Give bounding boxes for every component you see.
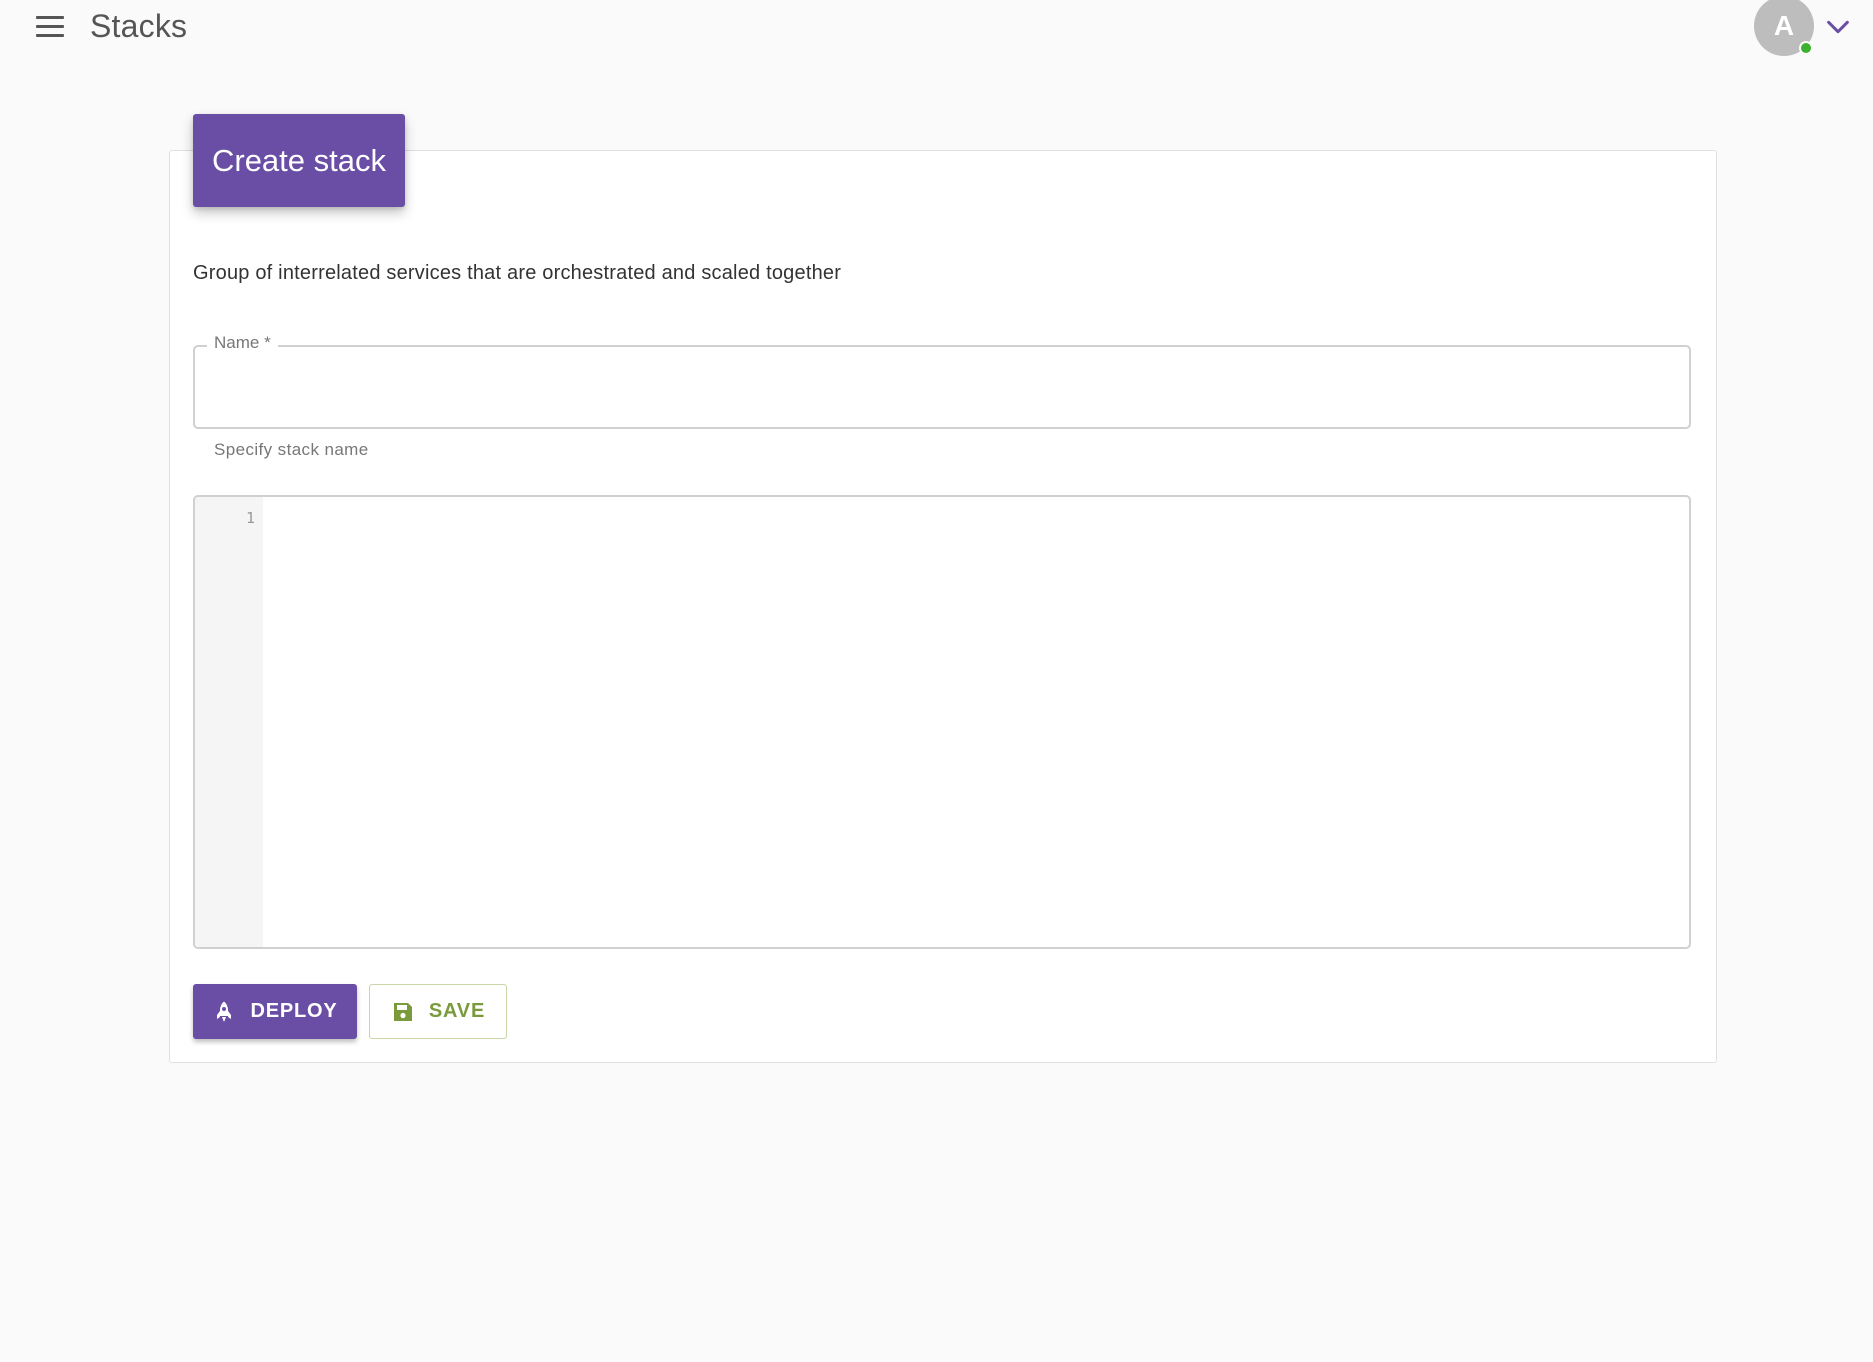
card-title: Create stack <box>193 114 405 207</box>
page-title: Stacks <box>90 8 188 44</box>
save-button[interactable]: SAVE <box>369 984 507 1039</box>
avatar-initial: A <box>1773 10 1795 41</box>
floppy-disk-icon <box>393 1002 412 1021</box>
menu-icon[interactable] <box>36 10 72 42</box>
name-field-helper: Specify stack name <box>214 440 369 459</box>
editor-gutter: 1 <box>195 497 263 947</box>
deploy-button[interactable]: DEPLOY <box>193 984 357 1039</box>
line-number: 1 <box>245 509 255 527</box>
stack-name-input[interactable] <box>205 360 1675 416</box>
top-bar: Stacks A <box>0 0 1873 56</box>
editor-content[interactable] <box>263 497 1689 947</box>
name-field-label: Name * <box>207 333 278 353</box>
card-description: Group of interrelated services that are … <box>193 262 842 284</box>
rocket-icon <box>217 1001 232 1022</box>
save-button-label: SAVE <box>428 1000 486 1022</box>
deploy-button-label: DEPLOY <box>250 1000 338 1022</box>
online-status-indicator <box>1799 41 1813 55</box>
compose-editor[interactable]: 1 <box>193 495 1691 949</box>
chevron-down-icon[interactable] <box>1824 13 1852 41</box>
